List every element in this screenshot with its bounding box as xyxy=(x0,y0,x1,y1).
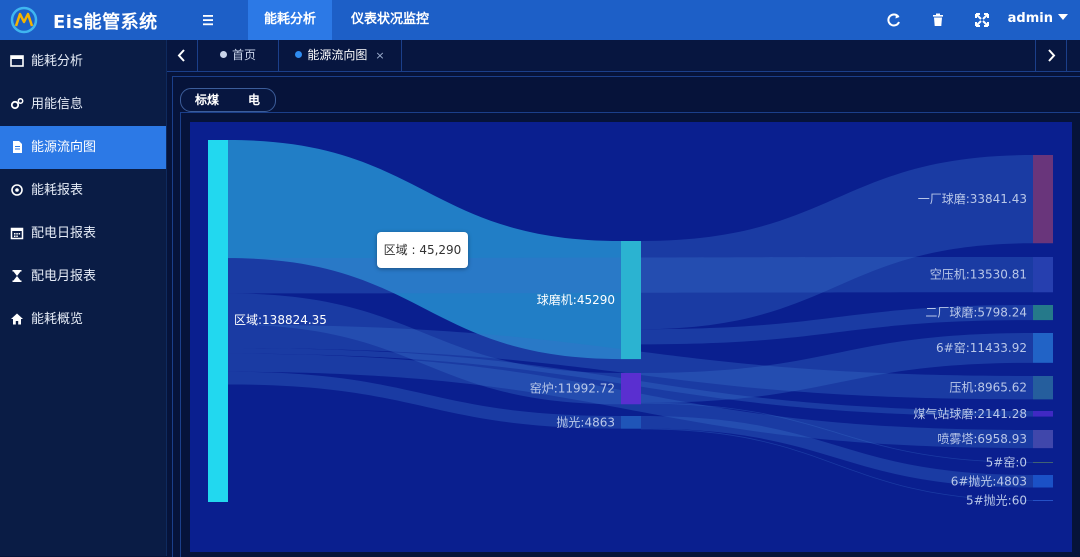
sankey-node-label: 煤气站球磨:2141.28 xyxy=(913,406,1027,421)
sankey-node-label: 区域:138824.35 xyxy=(234,313,327,327)
tab-electricity[interactable]: 电 xyxy=(248,89,260,111)
calendar-icon xyxy=(10,227,24,240)
sankey-node[interactable] xyxy=(1033,475,1053,488)
tab-dot xyxy=(219,51,227,58)
sidebar-item-monthly-report[interactable]: 配电月报表 xyxy=(0,255,166,298)
tab-label: 能源流向图 xyxy=(307,48,368,62)
sankey-node-label: 二厂球磨:5798.24 xyxy=(925,306,1027,320)
file-icon xyxy=(13,141,22,153)
sidebar-item-energy-flow[interactable]: 能源流向图 xyxy=(0,126,166,169)
sankey-node[interactable] xyxy=(621,416,641,429)
refresh-icon[interactable] xyxy=(884,10,904,30)
close-icon[interactable]: × xyxy=(375,49,384,62)
sankey-node-label: 窑炉:11992.72 xyxy=(530,381,615,396)
sankey-node[interactable] xyxy=(1033,430,1053,449)
tab-bar: 首页 能源流向图 × xyxy=(167,40,1080,72)
sankey-node-label: 抛光:4863 xyxy=(556,414,615,429)
home-icon xyxy=(11,313,23,325)
fullscreen-icon[interactable] xyxy=(972,10,992,30)
chevron-right-icon[interactable] xyxy=(1035,40,1067,71)
chevron-down-icon xyxy=(1058,14,1068,20)
sidebar-item-energy-report[interactable]: 能耗报表 xyxy=(0,169,166,212)
sankey-node-label: 一厂球磨:33841.43 xyxy=(918,192,1027,206)
logo-icon xyxy=(10,6,38,34)
sidebar-item-label: 能耗概览 xyxy=(31,312,84,327)
sidebar-item-label: 能源流向图 xyxy=(31,140,97,155)
sankey-node[interactable] xyxy=(1033,257,1053,293)
sankey-node[interactable] xyxy=(1033,333,1053,363)
sankey-chart: 区域:138824.35 球磨机:45290 窑炉:11992.72 抛光:4863 一… xyxy=(208,140,1053,508)
sankey-node[interactable] xyxy=(1033,376,1053,400)
chevron-left-icon[interactable] xyxy=(167,40,198,71)
sankey-node-label: 6#窑:11433.92 xyxy=(936,340,1027,355)
sankey-node-label: 球磨机:45290 xyxy=(537,293,615,307)
chart-tooltip: 区域 : 45,290 xyxy=(377,232,468,268)
sidebar-item-label: 配电日报表 xyxy=(31,226,97,241)
sidebar: 能耗分析 用能信息 能源流向图 能耗报表 配电日报表 配电月报表 能耗概览 xyxy=(0,40,167,556)
menu-toggle-icon[interactable] xyxy=(198,10,218,30)
sidebar-item-energy-analysis[interactable]: 能耗分析 xyxy=(0,40,166,83)
sidebar-item-daily-report[interactable]: 配电日报表 xyxy=(0,212,166,255)
gears-icon xyxy=(10,98,24,110)
sankey-node[interactable] xyxy=(1033,305,1053,321)
sankey-node-label: 喷雾塔:6958.93 xyxy=(937,432,1027,446)
app-title: Eis能管系统 xyxy=(53,12,158,33)
sankey-node-label: 压机:8965.62 xyxy=(949,381,1027,395)
username: admin xyxy=(1007,11,1053,26)
trash-icon[interactable] xyxy=(928,10,948,30)
top-navbar: Eis能管系统 能耗分析 仪表状况监控 admin xyxy=(0,0,1080,40)
tab-energy-flow[interactable]: 能源流向图 × xyxy=(279,40,402,71)
hourglass-icon xyxy=(12,270,22,282)
sankey-node[interactable] xyxy=(1033,500,1053,501)
sidebar-item-label: 能耗分析 xyxy=(31,54,84,69)
topnav-energy-analysis[interactable]: 能耗分析 xyxy=(248,0,332,40)
tab-standard-coal[interactable]: 标煤 xyxy=(195,89,219,111)
window-icon xyxy=(10,55,24,67)
energy-type-tabs: 标煤 电 xyxy=(180,88,276,112)
topnav-meter-status[interactable]: 仪表状况监控 xyxy=(340,0,440,40)
sankey-link[interactable] xyxy=(641,155,1033,330)
sankey-node[interactable] xyxy=(1033,462,1053,463)
sankey-node[interactable] xyxy=(621,373,641,405)
tab-label: 首页 xyxy=(231,48,256,62)
sankey-node[interactable] xyxy=(621,241,641,360)
tab-home[interactable]: 首页 xyxy=(198,40,279,71)
sidebar-item-energy-info[interactable]: 用能信息 xyxy=(0,83,166,126)
tab-dot xyxy=(295,51,303,58)
sankey-node-label: 空压机:13530.81 xyxy=(930,268,1027,282)
sankey-node[interactable] xyxy=(1033,155,1053,244)
sankey-node[interactable] xyxy=(208,140,228,502)
sidebar-item-label: 配电月报表 xyxy=(31,269,97,284)
target-icon xyxy=(11,184,23,196)
sankey-node-label: 5#抛光:60 xyxy=(966,493,1027,508)
sankey-node-label: 6#抛光:4803 xyxy=(951,473,1027,488)
sidebar-item-label: 用能信息 xyxy=(31,97,84,112)
sankey-node[interactable] xyxy=(1033,411,1053,417)
user-menu[interactable]: admin xyxy=(1008,0,1068,40)
sidebar-item-label: 能耗报表 xyxy=(31,183,84,198)
sidebar-item-overview[interactable]: 能耗概览 xyxy=(0,298,166,341)
sankey-node-label: 5#窑:0 xyxy=(986,455,1027,470)
